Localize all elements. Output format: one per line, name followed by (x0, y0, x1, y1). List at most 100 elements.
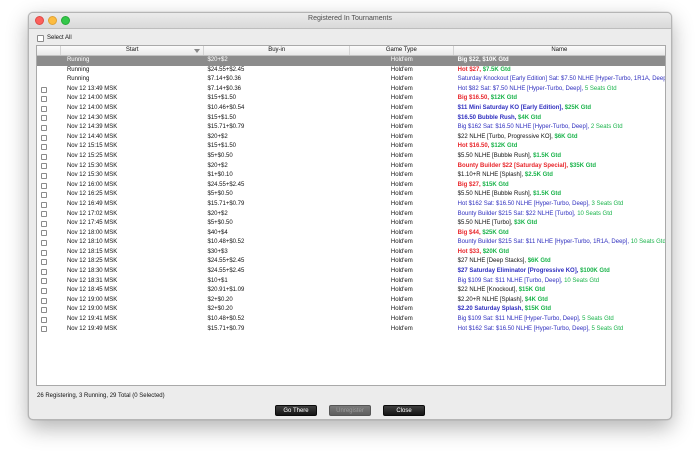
table-row[interactable]: Nov 12 15:30 MSK $20+$2 Hold'em Bounty Buil… (37, 162, 665, 172)
table-row[interactable]: Running $7.14+$0.36 Hold'em Saturday Knocko… (37, 75, 665, 85)
row-game-type: Hold'em (390, 229, 413, 236)
row-checkbox[interactable] (41, 220, 47, 227)
row-name-segment: $1.5K Gtd (533, 191, 562, 198)
table-row[interactable]: Nov 12 18:31 MSK $10+$1 Hold'em Big $109 Sa… (37, 277, 665, 287)
row-start-time: Nov 12 17:02 MSK (66, 210, 118, 217)
table-row[interactable]: Nov 12 17:45 MSK $5+$0.50 Hold'em $5.50 NLH… (37, 219, 665, 229)
row-buyin: $1+$0.10 (207, 172, 233, 179)
table-row[interactable]: Nov 12 14:00 MSK $10.46+$0.54 Hold'em $11 M… (37, 104, 665, 114)
row-game-type: Hold'em (390, 325, 413, 332)
row-checkbox[interactable] (41, 124, 47, 131)
close-button[interactable]: Close (383, 405, 425, 416)
row-buyin: $24.55+$2.45 (207, 181, 245, 188)
table-row[interactable]: Nov 12 16:25 MSK $5+$0.50 Hold'em $5.50 NLH… (37, 190, 665, 200)
row-checkbox[interactable] (41, 192, 47, 199)
row-name-segment: $12K Gtd (490, 95, 518, 102)
table-row[interactable]: Running $20+$2 Hold'em Big $22, $10K Gtd (37, 56, 665, 66)
row-name-segment: Big $44, (457, 229, 483, 236)
row-game-type: Hold'em (390, 306, 413, 313)
table-row[interactable]: Nov 12 19:41 MSK $10.48+$0.52 Hold'em Big $… (37, 315, 665, 325)
row-checkbox[interactable] (41, 307, 47, 314)
row-start-time: Nov 12 15:25 MSK (66, 152, 118, 159)
table-row[interactable]: Nov 12 17:02 MSK $20+$2 Hold'em Bounty Buil… (37, 210, 665, 220)
row-start-time: Nov 12 18:25 MSK (66, 258, 118, 265)
row-checkbox[interactable] (41, 144, 47, 151)
table-row[interactable]: Nov 12 15:25 MSK $5+$0.50 Hold'em $5.50 NLH… (37, 152, 665, 162)
row-checkbox[interactable] (41, 115, 47, 122)
title-bar[interactable]: Registered In Tournaments (29, 13, 671, 29)
table-row[interactable]: Nov 12 14:00 MSK $15+$1.50 Hold'em Big $16.… (37, 94, 665, 104)
table-row[interactable]: Nov 12 19:49 MSK $15.71+$0.79 Hold'em Hot $… (37, 325, 665, 335)
row-checkbox[interactable] (41, 96, 47, 103)
table-row[interactable]: Nov 12 18:25 MSK $24.55+$2.45 Hold'em $27 N… (37, 257, 665, 267)
row-name-segment: 5 Seats Gtd (582, 316, 614, 323)
table-row[interactable]: Nov 12 19:00 MSK $2+$0.20 Hold'em $2.20+R N… (37, 296, 665, 306)
table-row[interactable]: Nov 12 14:39 MSK $15.71+$0.79 Hold'em Big $… (37, 123, 665, 133)
row-name: $16.50 Bubble Rush, $4K Gtd (454, 114, 665, 124)
row-checkbox[interactable] (41, 201, 47, 208)
select-all-box[interactable] (37, 34, 44, 42)
row-checkbox[interactable] (41, 153, 47, 160)
row-checkbox[interactable] (41, 211, 47, 218)
table-row[interactable]: Nov 12 15:30 MSK $1+$0.10 Hold'em $1.10+R N… (37, 171, 665, 181)
row-checkbox[interactable] (41, 134, 47, 141)
header-buyin[interactable]: Buy-in (204, 46, 350, 55)
table-row[interactable]: Running $24.55+$2.45 Hold'em Hot $27, $7.5K… (37, 66, 665, 76)
row-checkbox[interactable] (41, 163, 47, 170)
table-row[interactable]: Nov 12 18:10 MSK $10.48+$0.52 Hold'em Bount… (37, 238, 665, 248)
row-name-segment: 10 Seats Gtd (564, 277, 600, 284)
row-checkbox[interactable] (41, 86, 47, 93)
header-start[interactable]: Start (61, 46, 205, 55)
table-row[interactable]: Nov 12 19:00 MSK $2+$0.20 Hold'em $2.20 Sat… (37, 305, 665, 315)
row-checkbox[interactable] (41, 230, 47, 237)
row-name: Big $22, $10K Gtd (454, 56, 665, 66)
row-name-segment: $25K Gtd (482, 229, 509, 236)
row-name: $22 NLHE [Knockout], $15K Gtd (454, 286, 665, 296)
row-game-type: Hold'em (390, 152, 413, 159)
row-checkbox[interactable] (41, 182, 47, 189)
row-name: $5.50 NLHE [Bubble Rush], $1.5K Gtd (454, 190, 665, 200)
row-start-time: Nov 12 18:31 MSK (66, 277, 118, 284)
row-checkbox[interactable] (41, 316, 47, 323)
row-checkbox[interactable] (41, 326, 47, 333)
header-name[interactable]: Name (454, 46, 665, 55)
row-checkbox[interactable] (41, 172, 47, 179)
row-name: Hot $33, $20K Gtd (454, 248, 665, 258)
table-row[interactable]: Nov 12 18:30 MSK $24.55+$2.45 Hold'em $27 S… (37, 267, 665, 277)
table-row[interactable]: Nov 12 18:45 MSK $20.91+$1.09 Hold'em $22 N… (37, 286, 665, 296)
row-game-type: Hold'em (390, 296, 413, 303)
row-checkbox[interactable] (41, 297, 47, 304)
row-checkbox[interactable] (41, 278, 47, 285)
table-row[interactable]: Nov 12 18:15 MSK $30+$3 Hold'em Hot $33, $2… (37, 248, 665, 258)
table-row[interactable]: Nov 12 16:00 MSK $24.55+$2.45 Hold'em Big $… (37, 181, 665, 191)
row-name-segment: Hot $162 Sat: $16.50 NLHE [Hyper-Turbo, … (457, 200, 592, 207)
table-row[interactable]: Nov 12 16:49 MSK $15.71+$0.79 Hold'em Hot $… (37, 200, 665, 210)
row-checkbox[interactable] (41, 259, 47, 266)
row-checkbox[interactable] (41, 105, 47, 112)
row-name: $22 NLHE [Turbo, Progressive KO], $6K Gt… (454, 133, 665, 143)
row-checkbox[interactable] (41, 240, 47, 247)
row-name-segment: Hot $27, (457, 66, 483, 73)
table-row[interactable]: Nov 12 14:40 MSK $20+$2 Hold'em $22 NLHE [T… (37, 133, 665, 143)
table-row[interactable]: Nov 12 13:49 MSK $7.14+$0.36 Hold'em Hot $8… (37, 85, 665, 95)
table-header: Start Buy-in Game Type Name (37, 46, 665, 56)
table-row[interactable]: Nov 12 15:15 MSK $15+$1.50 Hold'em Hot $16.… (37, 142, 665, 152)
row-name-segment: $5.50 NLHE [Bubble Rush], (457, 152, 534, 159)
go-there-button[interactable]: Go There (275, 405, 317, 416)
table-row[interactable]: Nov 12 18:00 MSK $40+$4 Hold'em Big $44, $2… (37, 229, 665, 239)
row-start-time: Running (66, 76, 90, 83)
row-checkbox[interactable] (41, 249, 47, 256)
unregister-button[interactable]: Unregister (329, 405, 371, 416)
row-name-segment: Bounty Builder $215 Sat: $22 NLHE [Turbo… (457, 210, 578, 217)
row-checkbox[interactable] (41, 288, 47, 295)
row-start-time: Nov 12 16:49 MSK (66, 200, 118, 207)
select-all-checkbox[interactable]: Select All (37, 33, 72, 43)
row-name-segment: 3 Seats Gtd (591, 200, 624, 207)
row-game-type: Hold'em (390, 200, 413, 207)
row-name-segment: $1.5K Gtd (533, 152, 562, 159)
row-checkbox-cell (37, 278, 61, 285)
row-checkbox[interactable] (41, 268, 47, 275)
row-name-segment: $25K Gtd (564, 104, 592, 111)
table-row[interactable]: Nov 12 14:30 MSK $15+$1.50 Hold'em $16.50 B… (37, 114, 665, 124)
header-game-type[interactable]: Game Type (350, 46, 454, 55)
